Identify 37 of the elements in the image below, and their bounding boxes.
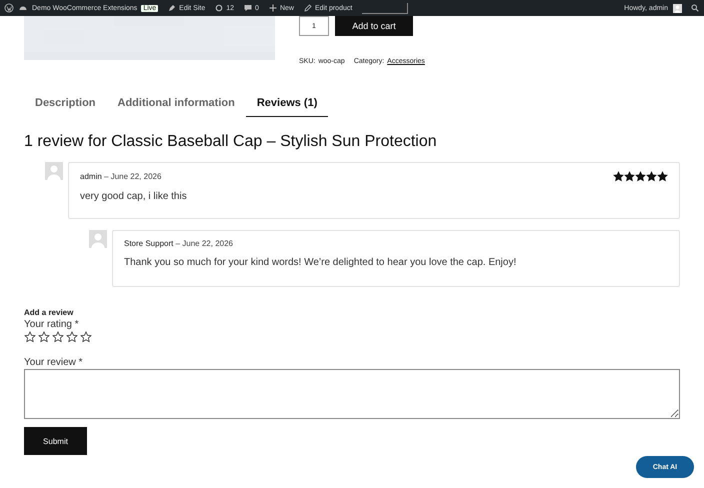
tab[interactable]: Additional information [106,93,246,117]
star-icon [646,171,657,182]
refresh-icon [214,3,224,13]
star-icon[interactable] [52,331,64,343]
review-text: very good cap, i like this [80,191,188,202]
tab[interactable]: Description [24,93,107,117]
submit-button[interactable]: Submit [24,427,87,455]
star-icon [624,171,635,182]
reply-text: Thank you so much for your kind words! We’re delighted to hear you love the cap. Enjoy! [124,257,518,268]
star-icon[interactable] [38,331,50,343]
star-icon[interactable] [24,331,36,343]
search-field[interactable] [362,2,408,14]
search-icon[interactable] [690,3,700,13]
comment-icon [243,3,254,13]
tab[interactable]: Reviews (1) [246,93,328,117]
plus-icon [268,3,278,13]
star-icon[interactable] [66,331,78,343]
form-title: Add a review [24,308,74,317]
review-author: admin [80,172,102,181]
review-field[interactable] [24,369,680,419]
pencil-icon [302,3,313,13]
rating-label: Your rating * [24,319,80,330]
reply-date: – June 22, 2026 [176,239,233,248]
reviews-heading: 1 review for Classic Baseball Cap – Stylish Sun Protection [24,133,438,151]
star-icon [613,171,624,182]
avatar-icon [89,230,107,248]
star-icon [635,171,646,182]
avatar-icon [673,4,682,12]
star-icon [657,171,668,182]
star-icon[interactable] [80,331,92,343]
reply-author: Store Support [124,239,174,248]
add-to-cart-button[interactable]: Add to cart [335,16,413,36]
avatar-icon [45,162,63,180]
review-label: Your review * [24,357,84,368]
wordpress-logo-icon[interactable] [4,3,14,13]
review-date: – June 22, 2026 [104,172,162,181]
pen-icon [167,3,178,13]
